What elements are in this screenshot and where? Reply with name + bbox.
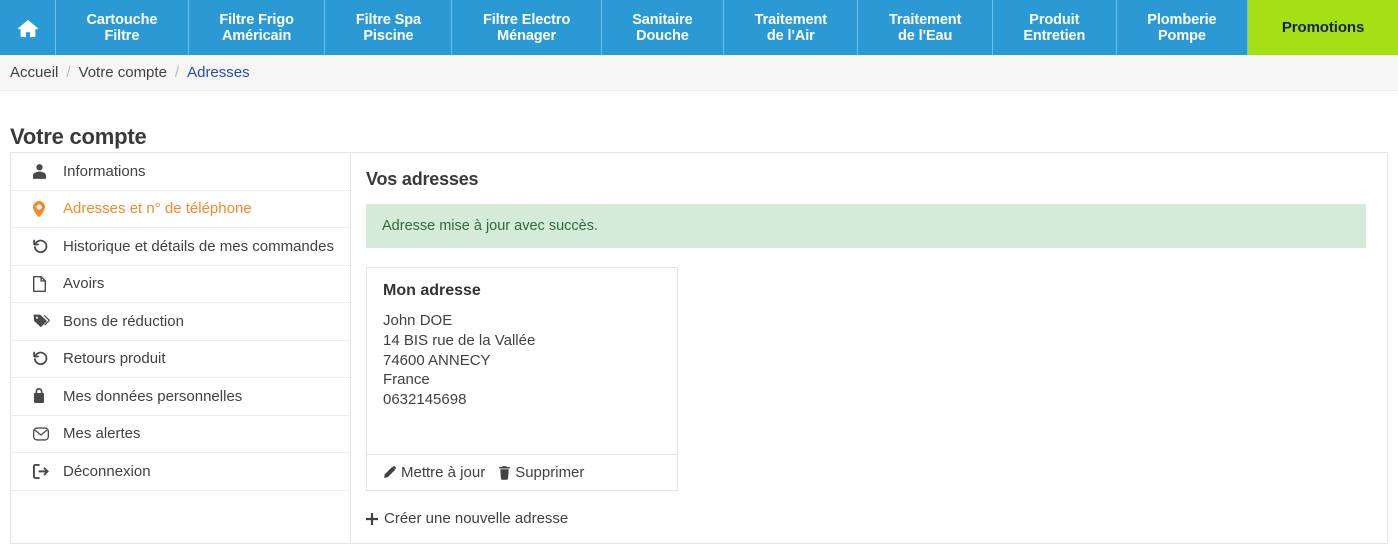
sidebar-item-alerts[interactable]: Mes alertes xyxy=(11,416,350,453)
user-icon xyxy=(33,163,55,179)
nav-item-3-line2: Ménager xyxy=(497,27,557,44)
address-card-body: Mon adresse John DOE 14 BIS rue de la Va… xyxy=(367,268,677,454)
nav-item-4[interactable]: Sanitaire Douche xyxy=(601,0,725,55)
nav-item-4-line2: Douche xyxy=(636,27,689,44)
file-icon xyxy=(33,275,55,292)
address-line-city: 74600 ANNECY xyxy=(383,351,491,369)
nav-item-3-line1: Filtre Electro xyxy=(482,11,571,28)
nav-item-home[interactable] xyxy=(0,0,56,55)
nav-item-7-line2: Entretien xyxy=(1023,27,1086,44)
main-navigation: Cartouche Filtre Filtre Frigo Américain … xyxy=(0,0,1398,55)
nav-item-1-line1: Filtre Frigo xyxy=(219,11,294,28)
nav-item-2-line1: Filtre Spa xyxy=(355,11,421,28)
sidebar-item-vouchers[interactable]: Bons de réduction xyxy=(11,303,350,341)
breadcrumb-account[interactable]: Votre compte xyxy=(79,64,167,81)
create-address-button[interactable]: Créer une nouvelle adresse xyxy=(366,510,568,527)
home-icon xyxy=(17,18,39,38)
address-details: John DOE 14 BIS rue de la Vallée 74600 A… xyxy=(383,311,661,410)
page-root: Cartouche Filtre Filtre Frigo Américain … xyxy=(0,0,1398,558)
trash-icon xyxy=(499,465,511,480)
success-alert: Adresse mise à jour avec succès. xyxy=(366,204,1366,248)
address-line-name: John DOE xyxy=(383,312,453,329)
sidebar-item-credit-slips-label: Avoirs xyxy=(63,275,105,293)
tag-icon xyxy=(33,314,55,328)
nav-item-8-line2: Pompe xyxy=(1157,27,1206,44)
breadcrumb-separator-1: / xyxy=(66,64,71,81)
pencil-icon xyxy=(383,466,396,479)
update-address-label: Mettre à jour xyxy=(401,464,486,481)
update-address-button[interactable]: Mettre à jour xyxy=(383,464,485,481)
nav-item-1[interactable]: Filtre Frigo Américain xyxy=(188,0,326,55)
address-card-footer: Mettre à jour Supprimer xyxy=(367,454,677,490)
map-pin-icon xyxy=(33,200,55,217)
addresses-panel: Vos adresses Adresse mise à jour avec su… xyxy=(351,153,1387,543)
delete-address-button[interactable]: Supprimer xyxy=(499,464,584,481)
section-title: Vos adresses xyxy=(366,169,479,189)
sidebar-item-merchandise-returns-label: Retours produit xyxy=(63,350,166,368)
sidebar-item-personal-data[interactable]: Mes données personnelles xyxy=(11,378,350,416)
breadcrumb-separator-2: / xyxy=(174,64,180,81)
address-alias: Mon adresse xyxy=(383,282,481,299)
nav-item-5-line1: Traitement xyxy=(754,11,827,28)
address-line-street: 14 BIS rue de la Vallée xyxy=(383,331,536,349)
account-panel: Informations Adresses et n° de téléphone… xyxy=(10,152,1388,544)
nav-item-4-line1: Sanitaire xyxy=(632,11,693,28)
delete-address-label: Supprimer xyxy=(515,464,585,481)
plus-icon xyxy=(366,512,378,525)
envelope-icon xyxy=(33,427,55,441)
undo-icon xyxy=(33,351,55,366)
breadcrumb: Accueil / Votre compte / Adresses xyxy=(0,55,1398,91)
nav-item-8[interactable]: Plomberie Pompe xyxy=(1116,0,1249,55)
nav-item-2[interactable]: Filtre Spa Piscine xyxy=(325,0,453,55)
breadcrumb-current[interactable]: Adresses xyxy=(187,64,250,81)
success-alert-message: Adresse mise à jour avec succès. xyxy=(382,218,598,234)
address-line-phone: 0632145698 xyxy=(383,391,467,409)
address-line-country: France xyxy=(383,371,430,389)
sidebar-item-addresses-label: Adresses et n° de téléphone xyxy=(63,200,252,218)
sidebar-item-informations-label: Informations xyxy=(63,162,146,180)
account-sidebar: Informations Adresses et n° de téléphone… xyxy=(11,153,351,543)
sidebar-item-order-history[interactable]: Historique et détails de mes commandes xyxy=(11,228,350,266)
sidebar-item-informations[interactable]: Informations xyxy=(11,153,350,191)
nav-item-7[interactable]: Produit Entretien xyxy=(992,0,1117,55)
nav-item-0-line1: Cartouche xyxy=(86,11,158,28)
sidebar-item-personal-data-label: Mes données personnelles xyxy=(63,387,243,405)
nav-item-3[interactable]: Filtre Electro Ménager xyxy=(452,0,602,55)
nav-item-7-line1: Produit xyxy=(1029,11,1080,28)
nav-item-5-line2: de l'Air xyxy=(766,27,815,44)
nav-item-promotions[interactable]: Promotions xyxy=(1248,0,1398,55)
sidebar-item-alerts-label: Mes alertes xyxy=(63,425,141,443)
sidebar-item-signout[interactable]: Déconnexion xyxy=(11,453,350,491)
breadcrumb-home[interactable]: Accueil xyxy=(10,64,58,81)
sidebar-item-addresses[interactable]: Adresses et n° de téléphone xyxy=(11,191,350,228)
nav-item-5[interactable]: Traitement de l'Air xyxy=(724,0,859,55)
nav-item-0[interactable]: Cartouche Filtre xyxy=(56,0,189,55)
nav-item-promotions-label: Promotions xyxy=(1281,18,1365,36)
create-address-label: Créer une nouvelle adresse xyxy=(384,510,569,527)
history-icon xyxy=(33,239,55,254)
sidebar-item-credit-slips[interactable]: Avoirs xyxy=(11,266,350,303)
address-card: Mon adresse John DOE 14 BIS rue de la Va… xyxy=(366,267,678,491)
lock-icon xyxy=(33,388,55,404)
page-title: Votre compte xyxy=(10,123,147,149)
sidebar-item-signout-label: Déconnexion xyxy=(63,462,151,480)
nav-item-6-line1: Traitement xyxy=(888,11,962,28)
sidebar-item-vouchers-label: Bons de réduction xyxy=(63,312,184,330)
sidebar-item-merchandise-returns[interactable]: Retours produit xyxy=(11,341,350,378)
nav-item-8-line1: Plomberie xyxy=(1147,11,1217,28)
nav-item-6-line2: de l'Eau xyxy=(898,27,953,44)
nav-item-1-line2: Américain xyxy=(221,27,292,44)
nav-item-6[interactable]: Traitement de l'Eau xyxy=(858,0,993,55)
nav-item-2-line2: Piscine xyxy=(363,27,414,44)
sidebar-item-order-history-label: Historique et détails de mes commandes xyxy=(63,237,334,255)
sign-out-icon xyxy=(33,463,55,479)
nav-item-0-line2: Filtre xyxy=(104,27,140,44)
